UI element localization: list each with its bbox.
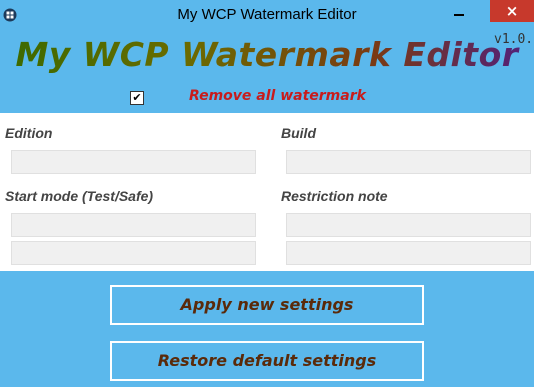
check-icon: ✔ [132,91,142,104]
start-mode-field-1[interactable] [11,213,256,237]
version-label: v1.0.1 [494,32,534,47]
close-icon: × [505,2,519,20]
restriction-note-label: Restriction note [281,188,388,204]
edition-label: Edition [5,125,53,141]
restriction-note-field-2[interactable] [286,241,531,265]
start-mode-label: Start mode (Test/Safe) [5,188,154,204]
title-bar: My WCP Watermark Editor × [0,0,534,30]
settings-form: Edition Build Start mode (Test/Safe) Res… [0,113,534,271]
restriction-note-field-1[interactable] [286,213,531,237]
app-title: My WCP Watermark Editor [0,35,534,74]
edition-field[interactable] [11,150,256,174]
header: My WCP Watermark Editor v1.0.1 ✔ Remove … [0,30,534,113]
minimize-button[interactable] [446,0,472,22]
start-mode-field-2[interactable] [11,241,256,265]
close-button[interactable]: × [490,0,534,22]
apply-settings-button[interactable]: Apply new settings [110,285,424,325]
remove-all-watermark-checkbox[interactable]: ✔ [130,91,144,105]
build-label: Build [281,125,316,141]
build-field[interactable] [286,150,531,174]
restore-defaults-button[interactable]: Restore default settings [110,341,424,381]
remove-all-watermark-label[interactable]: Remove all watermark [189,88,366,104]
